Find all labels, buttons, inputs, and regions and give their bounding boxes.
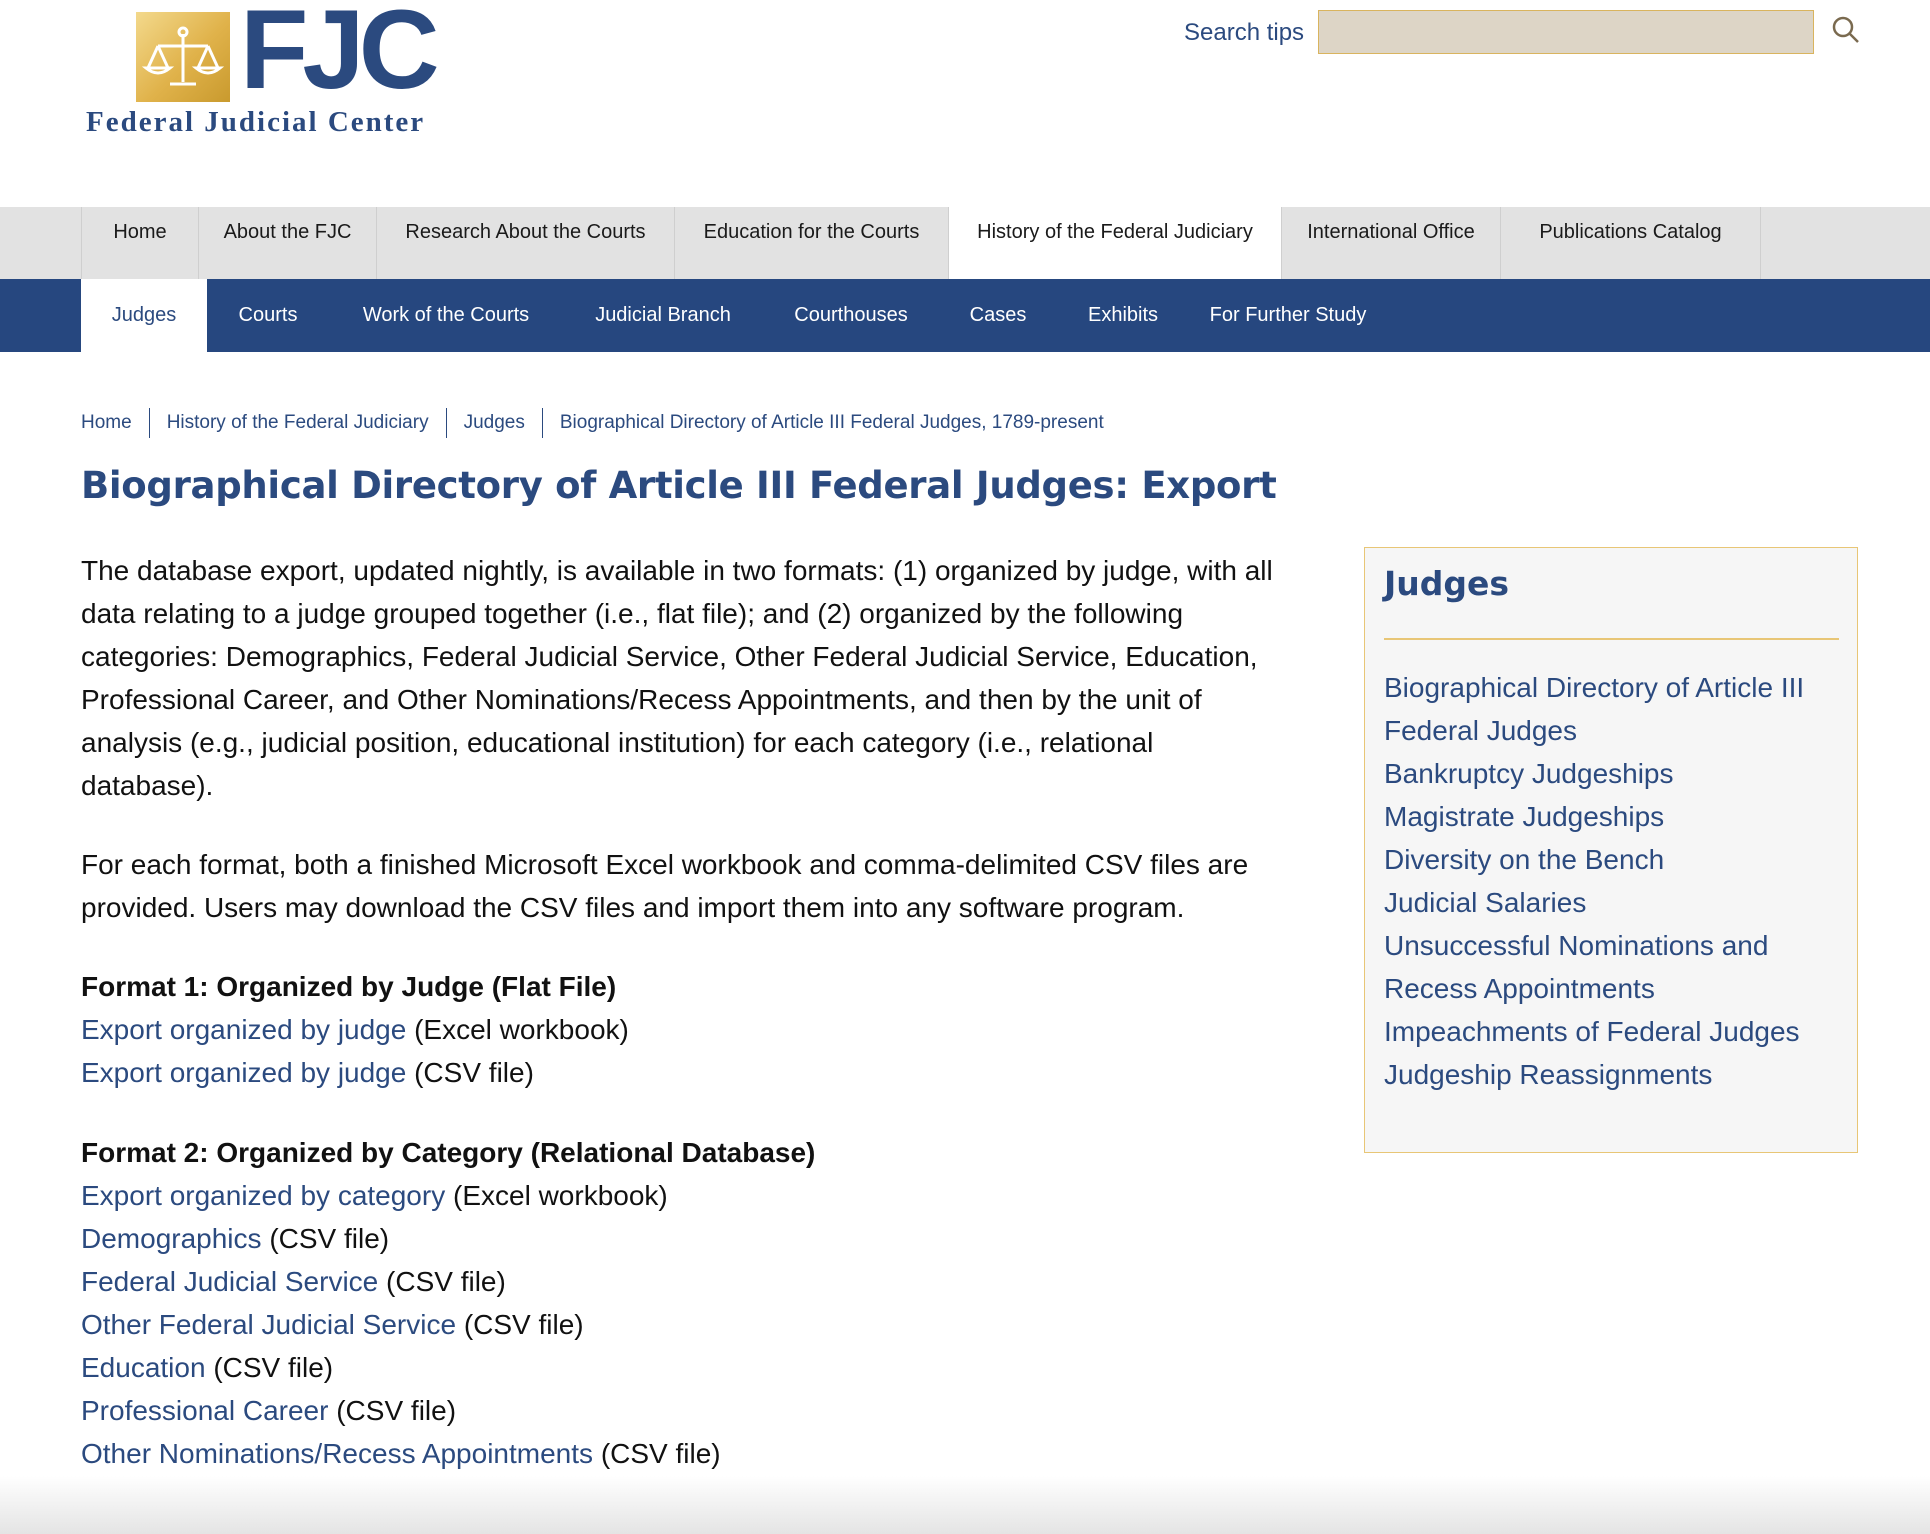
nav-history[interactable]: History of the Federal Judiciary [948, 207, 1281, 279]
sidebar-link-unsuccessful-nominations[interactable]: Unsuccessful Nominations and [1384, 924, 1844, 967]
file-type-label: (CSV file) [386, 1266, 506, 1297]
download-item: Federal Judicial Service (CSV file) [81, 1260, 1311, 1303]
subnav-judicial-branch[interactable]: Judicial Branch [563, 279, 763, 352]
professional-career-csv-link[interactable]: Professional Career [81, 1395, 328, 1426]
logo-tagline: Federal Judicial Center [86, 106, 426, 138]
scales-of-justice-icon [136, 12, 230, 102]
other-nominations-csv-link[interactable]: Other Nominations/Recess Appointments [81, 1438, 593, 1469]
sidebar-link-judicial-salaries[interactable]: Judicial Salaries [1384, 881, 1844, 924]
breadcrumb-directory[interactable]: Biographical Directory of Article III Fe… [560, 408, 1121, 438]
secondary-nav: Judges Courts Work of the Courts Judicia… [0, 279, 1930, 352]
download-item: Demographics (CSV file) [81, 1217, 1311, 1260]
subnav-work-of-courts[interactable]: Work of the Courts [329, 279, 563, 352]
sidebar-links: Biographical Directory of Article III Fe… [1384, 666, 1844, 1096]
subnav-cases[interactable]: Cases [939, 279, 1057, 352]
sidebar-link-impeachments[interactable]: Impeachments of Federal Judges [1384, 1010, 1844, 1053]
site-header: FJC Federal Judicial Center Search tips [0, 0, 1930, 207]
breadcrumb-history[interactable]: History of the Federal Judiciary [167, 408, 446, 438]
sidebar-link-biographical-directory[interactable]: Biographical Directory of Article III [1384, 666, 1844, 709]
sidebar-divider [1384, 638, 1839, 640]
file-type-label: (CSV file) [269, 1223, 390, 1254]
page-title: Biographical Directory of Article III Fe… [81, 464, 1277, 507]
nav-education[interactable]: Education for the Courts [674, 207, 948, 279]
formats-paragraph: For each format, both a finished Microso… [81, 849, 1249, 923]
judges-sidebar: Judges Biographical Directory of Article… [1364, 547, 1858, 1153]
subnav-courts[interactable]: Courts [207, 279, 329, 352]
export-by-category-excel-link[interactable]: Export organized by category [81, 1180, 445, 1211]
download-item: Professional Career (CSV file) [81, 1389, 1311, 1432]
logo-letters: FJC [240, 0, 440, 112]
sidebar-link-diversity[interactable]: Diversity on the Bench [1384, 838, 1844, 881]
download-item: Other Nominations/Recess Appointments (C… [81, 1432, 1311, 1475]
other-federal-judicial-service-csv-link[interactable]: Other Federal Judicial Service [81, 1309, 456, 1340]
breadcrumb-home[interactable]: Home [81, 408, 149, 438]
breadcrumb-divider [541, 408, 543, 438]
nav-home[interactable]: Home [81, 207, 198, 279]
format2-section: Format 2: Organized by Category (Relatio… [81, 1131, 1311, 1475]
search-input[interactable] [1318, 10, 1814, 54]
file-type-label: (CSV file) [336, 1395, 457, 1426]
demographics-csv-link[interactable]: Demographics [81, 1223, 262, 1254]
export-by-judge-csv-link[interactable]: Export organized by judge [81, 1057, 406, 1088]
sidebar-link-bankruptcy-judgeships[interactable]: Bankruptcy Judgeships [1384, 752, 1844, 795]
scroll-fade [0, 1476, 1930, 1534]
subnav-courthouses[interactable]: Courthouses [763, 279, 939, 352]
subnav-exhibits[interactable]: Exhibits [1057, 279, 1189, 352]
search-icon[interactable] [1830, 14, 1862, 46]
sidebar-link-unsuccessful-nominations[interactable]: Recess Appointments [1384, 967, 1844, 1010]
breadcrumb-judges[interactable]: Judges [464, 408, 542, 438]
file-type-label: (CSV file) [414, 1057, 534, 1088]
education-csv-link[interactable]: Education [81, 1352, 206, 1383]
sidebar-link-magistrate-judgeships[interactable]: Magistrate Judgeships [1384, 795, 1844, 838]
sidebar-title: Judges [1384, 564, 1510, 603]
file-type-label: (CSV file) [463, 1309, 584, 1340]
primary-nav: Home About the FJC Research About the Co… [0, 207, 1930, 279]
download-item: Export organized by judge (Excel workboo… [81, 1008, 1311, 1051]
file-type-label: (CSV file) [213, 1352, 334, 1383]
format2-heading: Format 2: Organized by Category (Relatio… [81, 1137, 816, 1168]
nav-research[interactable]: Research About the Courts [376, 207, 674, 279]
export-by-judge-excel-link[interactable]: Export organized by judge [81, 1014, 406, 1045]
format1-section: Format 1: Organized by Judge (Flat File)… [81, 965, 1311, 1094]
file-type-label: (Excel workbook) [453, 1180, 668, 1211]
nav-publications[interactable]: Publications Catalog [1500, 207, 1761, 279]
download-item: Export organized by category (Excel work… [81, 1174, 1311, 1217]
search-tips-link[interactable]: Search tips [1184, 19, 1304, 47]
download-item: Export organized by judge (CSV file) [81, 1051, 1311, 1094]
fjc-logo[interactable]: FJC Federal Judicial Center [86, 0, 440, 144]
breadcrumb-divider [148, 408, 150, 438]
federal-judicial-service-csv-link[interactable]: Federal Judicial Service [81, 1266, 378, 1297]
nav-international[interactable]: International Office [1281, 207, 1500, 279]
intro-paragraph: The database export, updated nightly, is… [81, 555, 1273, 801]
download-item: Education (CSV file) [81, 1346, 1311, 1389]
nav-about-fjc[interactable]: About the FJC [198, 207, 376, 279]
format1-heading: Format 1: Organized by Judge (Flat File) [81, 971, 617, 1002]
breadcrumb: Home History of the Federal Judiciary Judg… [81, 408, 1121, 438]
subnav-further-study[interactable]: For Further Study [1189, 279, 1387, 352]
sidebar-link-biographical-directory[interactable]: Federal Judges [1384, 709, 1844, 752]
file-type-label: (Excel workbook) [414, 1014, 629, 1045]
main-content: The database export, updated nightly, is… [81, 549, 1311, 1475]
sidebar-link-judgeship-reassignments[interactable]: Judgeship Reassignments [1384, 1053, 1844, 1096]
file-type-label: (CSV file) [600, 1438, 721, 1469]
subnav-judges[interactable]: Judges [81, 279, 207, 352]
breadcrumb-divider [445, 408, 447, 438]
download-item: Other Federal Judicial Service (CSV file… [81, 1303, 1311, 1346]
